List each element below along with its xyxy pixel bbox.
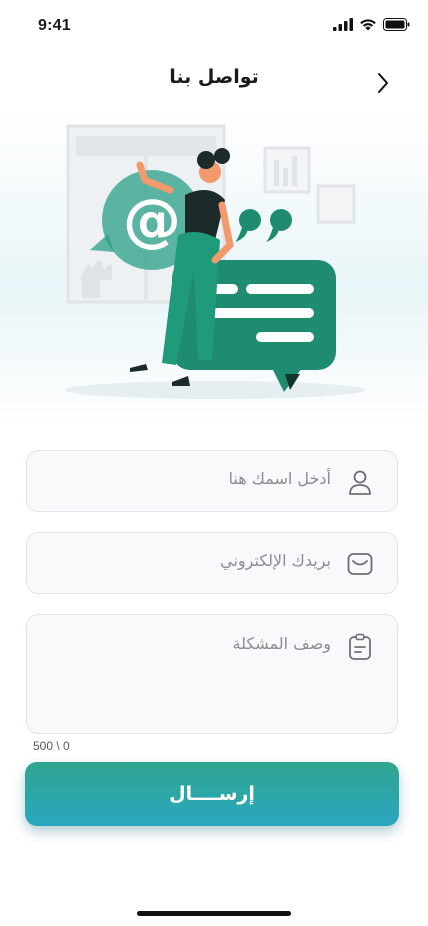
- name-field[interactable]: أدخل اسمك هنا: [26, 450, 398, 512]
- home-indicator: [137, 911, 291, 916]
- chevron-right-icon: [378, 73, 388, 93]
- submit-label: إرســــال: [169, 783, 255, 805]
- envelope-icon: [347, 553, 373, 575]
- battery-icon: [383, 18, 410, 31]
- character-counter: 500 \ 0: [33, 739, 70, 753]
- cellular-signal-icon: [333, 18, 353, 31]
- user-icon: [349, 470, 371, 495]
- description-field[interactable]: وصف المشكلة: [26, 614, 398, 734]
- contact-illustration-art: @: [65, 124, 365, 399]
- description-placeholder: وصف المشكلة: [232, 634, 331, 653]
- status-time: 9:41: [38, 17, 71, 34]
- submit-button[interactable]: إرســــال: [25, 762, 399, 826]
- svg-text:@: @: [123, 186, 181, 254]
- status-icons: [333, 18, 410, 31]
- nav-header: تواصل بنا: [0, 54, 428, 102]
- status-bar: 9:41: [0, 0, 428, 54]
- clipboard-icon: [349, 633, 371, 660]
- contact-illustration: @: [0, 110, 428, 430]
- email-field[interactable]: بريدك الإلكتروني: [26, 532, 398, 594]
- back-button[interactable]: [368, 68, 398, 98]
- name-placeholder: أدخل اسمك هنا: [228, 469, 331, 488]
- email-placeholder: بريدك الإلكتروني: [220, 551, 331, 570]
- page-title: تواصل بنا: [169, 66, 259, 88]
- wifi-icon: [360, 19, 376, 31]
